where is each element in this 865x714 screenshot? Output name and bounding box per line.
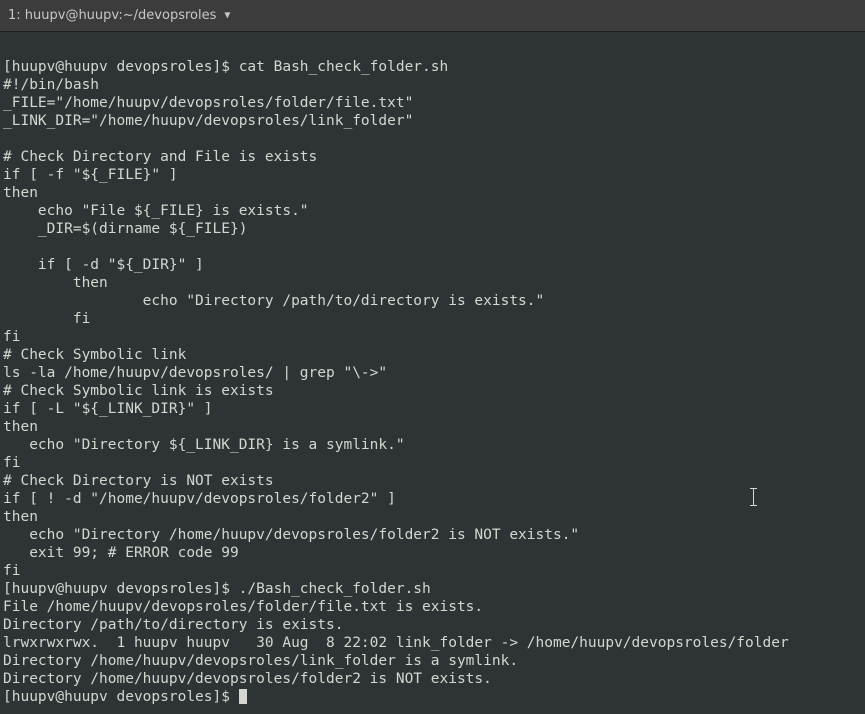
terminal-line: echo "Directory /home/huupv/devopsroles/…: [3, 527, 579, 543]
terminal-line: _LINK_DIR="/home/huupv/devopsroles/link_…: [3, 113, 413, 129]
terminal-line: if [ -f "${_FILE}" ]: [3, 167, 178, 183]
terminal-line: #!/bin/bash: [3, 77, 99, 93]
terminal-line: fi: [3, 563, 20, 579]
terminal-cursor: [239, 689, 247, 704]
terminal-line: Directory /path/to/directory is exists.: [3, 617, 343, 633]
terminal-line: Directory /home/huupv/devopsroles/link_f…: [3, 653, 518, 669]
terminal-line: if [ -L "${_LINK_DIR}" ]: [3, 401, 213, 417]
terminal-line: echo "File ${_FILE} is exists.": [3, 203, 309, 219]
terminal-line: fi: [3, 455, 20, 471]
dropdown-caret-icon[interactable]: ▼: [224, 10, 230, 21]
terminal-line: [huupv@huupv devopsroles]$ ./Bash_check_…: [3, 581, 431, 597]
terminal-line: echo "Directory /path/to/directory is ex…: [3, 293, 544, 309]
terminal-line: # Check Symbolic link: [3, 347, 186, 363]
terminal-line: if [ ! -d "/home/huupv/devopsroles/folde…: [3, 491, 396, 507]
terminal-line: then: [3, 185, 38, 201]
terminal-line: then: [3, 509, 38, 525]
titlebar-label: 1: huupv@huupv:~/devopsroles: [8, 8, 216, 23]
terminal-prompt-text: [huupv@huupv devopsroles]$: [3, 689, 239, 705]
terminal-line: fi: [3, 311, 90, 327]
terminal-line: then: [3, 275, 108, 291]
terminal-line: File /home/huupv/devopsroles/folder/file…: [3, 599, 483, 615]
terminal-line: _DIR=$(dirname ${_FILE}): [3, 221, 247, 237]
terminal-line: # Check Directory is NOT exists: [3, 473, 274, 489]
titlebar: 1: huupv@huupv:~/devopsroles ▼: [0, 0, 865, 32]
terminal-line: fi: [3, 329, 20, 345]
terminal-line: [huupv@huupv devopsroles]$ cat Bash_chec…: [3, 59, 448, 75]
terminal-line: # Check Symbolic link is exists: [3, 383, 274, 399]
terminal-area[interactable]: [huupv@huupv devopsroles]$ cat Bash_chec…: [0, 32, 865, 714]
terminal-line: then: [3, 419, 38, 435]
terminal-prompt-line: [huupv@huupv devopsroles]$: [3, 689, 247, 705]
terminal-line: exit 99; # ERROR code 99: [3, 545, 239, 561]
terminal-line: Directory /home/huupv/devopsroles/folder…: [3, 671, 492, 687]
terminal-line: lrwxrwxrwx. 1 huupv huupv 30 Aug 8 22:02…: [3, 635, 789, 651]
terminal-line: ls -la /home/huupv/devopsroles/ | grep "…: [3, 365, 387, 381]
terminal-line: echo "Directory ${_LINK_DIR} is a symlin…: [3, 437, 405, 453]
terminal-line: # Check Directory and File is exists: [3, 149, 317, 165]
terminal-line: _FILE="/home/huupv/devopsroles/folder/fi…: [3, 95, 413, 111]
terminal-line: if [ -d "${_DIR}" ]: [3, 257, 204, 273]
